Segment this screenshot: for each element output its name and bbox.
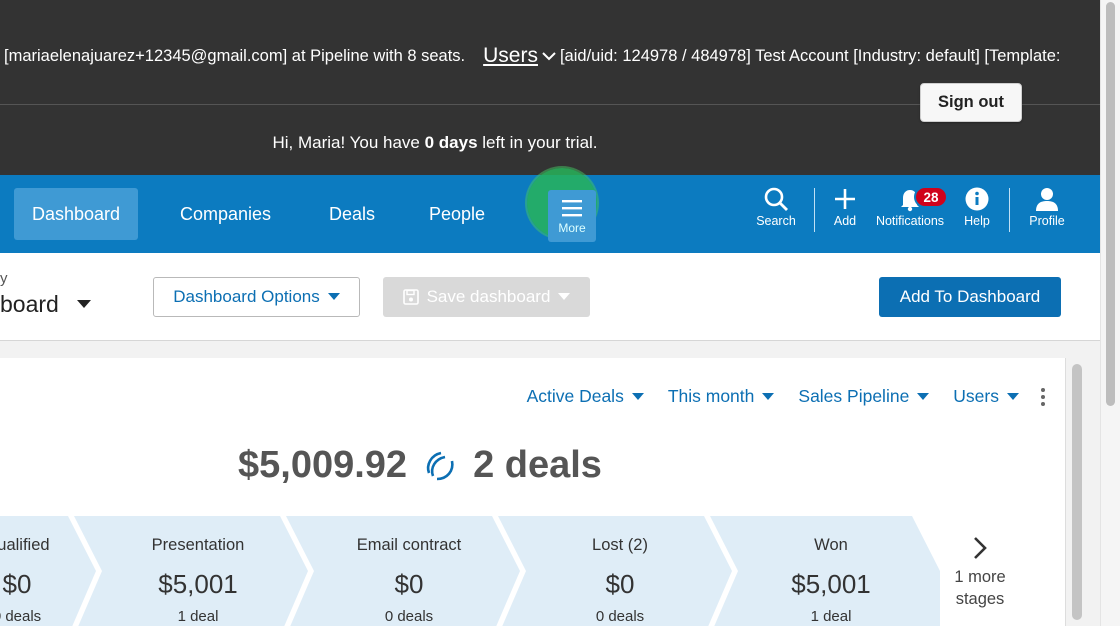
nav-divider (814, 188, 815, 232)
nav-deals[interactable]: Deals (311, 188, 393, 240)
pipeline-widget: Active Deals This month Sales Pipeline U… (0, 358, 1066, 626)
save-dashboard-label: Save dashboard (426, 287, 551, 306)
admin-info-line: [mariaelenajuarez+12345@gmail.com] at Pi… (4, 44, 1061, 68)
deal-count: 2 deals (473, 444, 602, 486)
nav-profile-button[interactable]: Profile (1024, 186, 1070, 238)
filter-active-deals[interactable]: Active Deals (527, 386, 644, 407)
stage-qualified[interactable]: Qualified $0 0 deals (0, 516, 92, 626)
filter-pipeline[interactable]: Sales Pipeline (798, 386, 930, 407)
dashboard-options-label: Dashboard Options (173, 287, 320, 306)
notifications-count-badge: 28 (914, 186, 948, 208)
search-icon (764, 187, 788, 211)
trial-message: Hi, Maria! You have 0 days left in your … (272, 133, 598, 152)
pipeline-summary: $5,009.92 2 deals (238, 444, 602, 487)
spinner-icon (426, 451, 454, 480)
caret-down-icon (558, 293, 571, 300)
dashboard-selector[interactable]: board (0, 291, 91, 318)
more-label: More (558, 221, 586, 235)
caret-down-icon (327, 293, 340, 300)
caret-down-icon (917, 392, 930, 400)
users-dropdown[interactable]: Users (483, 44, 556, 68)
caret-down-icon (1007, 392, 1019, 400)
admin-ids-info: [aid/uid: 124978 / 484978] Test Account … (559, 46, 1061, 65)
nav-help-label: Help (964, 214, 990, 228)
caret-down-icon (631, 392, 644, 400)
trial-days: 0 days (424, 133, 478, 152)
dashboard-options-button[interactable]: Dashboard Options (153, 277, 360, 317)
total-value: $5,009.92 (238, 444, 408, 486)
more-menu-button[interactable]: More (548, 190, 596, 242)
users-dropdown-label: Users (483, 44, 538, 67)
add-to-dashboard-button[interactable]: Add To Dashboard (879, 277, 1061, 317)
chevron-down-icon (542, 52, 556, 61)
nav-companies[interactable]: Companies (162, 188, 289, 240)
stage-presentation[interactable]: Presentation $5,001 1 deal (108, 516, 288, 626)
dashboard-toolbar: y board Dashboard Options Save dashboard… (0, 253, 1100, 341)
widget-filters: Active Deals This month Sales Pipeline U… (503, 386, 1045, 407)
page-scrollbar-thumb[interactable] (1106, 2, 1115, 406)
sign-out-button[interactable]: Sign out (920, 83, 1022, 122)
widget-scrollbar[interactable] (1072, 364, 1082, 620)
nav-divider (1009, 188, 1010, 232)
pipeline-stages: Qualified $0 0 deals Presentation $5,001… (0, 516, 1065, 626)
save-icon (402, 289, 419, 305)
caret-down-icon (762, 392, 775, 400)
nav-help-button[interactable]: Help (960, 186, 994, 238)
nav-search-label: Search (756, 214, 796, 228)
nav-add-label: Add (833, 214, 857, 228)
more-stages-line1: 1 more (954, 568, 1006, 586)
filter-time-period[interactable]: This month (668, 386, 775, 407)
user-icon (1036, 188, 1058, 211)
dashboard-subtitle: y (0, 270, 8, 287)
hamburger-icon (562, 200, 582, 217)
more-stages-line2: stages (955, 590, 1005, 608)
dashboard-title: board (0, 291, 59, 317)
caret-down-icon (76, 300, 91, 308)
nav-profile-label: Profile (1029, 214, 1065, 228)
chevron-right-icon (974, 537, 987, 559)
plus-icon (835, 189, 855, 209)
kebab-icon[interactable] (1041, 387, 1045, 406)
info-icon (965, 187, 989, 211)
nav-dashboard[interactable]: Dashboard (14, 188, 139, 240)
save-dashboard-button[interactable]: Save dashboard (383, 277, 590, 317)
nav-search-button[interactable]: Search (752, 186, 800, 238)
admin-account-info: [mariaelenajuarez+12345@gmail.com] at Pi… (4, 46, 466, 65)
more-stages-button[interactable]: 1 more stages (944, 536, 1016, 610)
stage-email-contract[interactable]: Email contract $0 0 deals (319, 516, 499, 626)
stage-lost[interactable]: Lost (2) $0 0 deals (530, 516, 710, 626)
stage-won[interactable]: Won $5,001 1 deal (741, 516, 921, 626)
filter-users[interactable]: Users (953, 386, 1019, 407)
nav-people[interactable]: People (411, 188, 503, 240)
nav-notifications-label: Notifications (875, 214, 945, 228)
nav-add-button[interactable]: Add (826, 186, 864, 238)
